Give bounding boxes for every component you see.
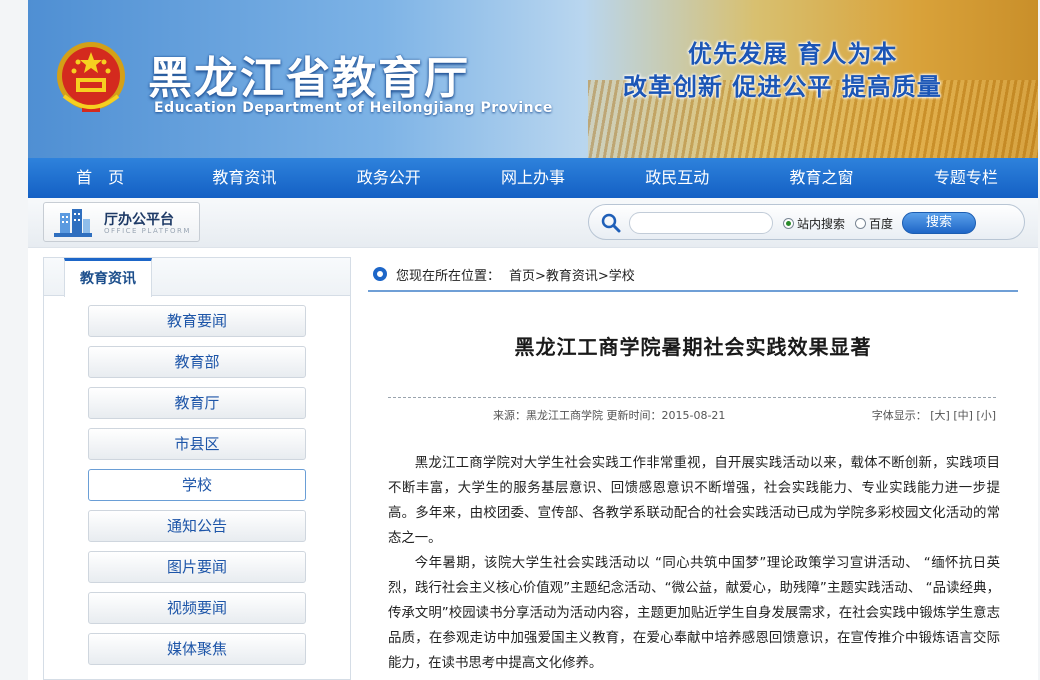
office-platform-sublabel: OFFICE PLATFORM: [104, 227, 191, 235]
location-dot-icon: [373, 267, 387, 281]
title-divider: [388, 397, 996, 398]
site-title: 黑龙江省教育厅: [148, 53, 470, 104]
radio-site-search-label: 站内搜索: [797, 217, 846, 231]
search-button[interactable]: 搜索: [902, 212, 976, 234]
main-content: 您现在所在位置： 首页>教育资讯>学校 黑龙江工商学院暑期社会实践效果显著 来源…: [368, 257, 1018, 680]
article-meta: 来源：黑龙江工商学院 更新时间：2015-08-21: [493, 409, 726, 422]
sidebar-item-video-news[interactable]: 视频要闻: [88, 592, 306, 624]
nav-item-public-interaction[interactable]: 政民互动: [605, 158, 749, 198]
article-title: 黑龙江工商学院暑期社会实践效果显著: [514, 335, 872, 359]
office-platform-button[interactable]: 厅办公平台 OFFICE PLATFORM: [43, 202, 200, 242]
nav-item-special-topics[interactable]: 专题专栏: [894, 158, 1038, 198]
nav-item-education-window[interactable]: 教育之窗: [749, 158, 893, 198]
sidebar-item-ministry[interactable]: 教育部: [88, 346, 306, 378]
radio-baidu-search[interactable]: 百度: [855, 215, 893, 232]
search-input[interactable]: [629, 212, 773, 234]
nav-item-home[interactable]: 首 页: [28, 158, 172, 198]
font-size-controls: 字体显示： [大] [中] [小]: [872, 407, 996, 423]
header-banner: 黑龙江省教育厅 Education Department of Heilongj…: [28, 0, 1038, 158]
office-platform-label: 厅办公平台: [104, 212, 174, 228]
sidebar-header: 教育资讯: [44, 258, 350, 297]
search-icon: [601, 213, 621, 233]
sidebar-item-department[interactable]: 教育厅: [88, 387, 306, 419]
sidebar: 教育资讯 教育要闻 教育部 教育厅 市县区 学校 通知公告 图片要闻 视频要闻 …: [43, 257, 351, 680]
radio-site-search-dot[interactable]: [783, 218, 794, 229]
sidebar-menu: 教育要闻 教育部 教育厅 市县区 学校 通知公告 图片要闻 视频要闻 媒体聚焦: [44, 296, 350, 665]
page: 黑龙江省教育厅 Education Department of Heilongj…: [28, 0, 1038, 680]
main-nav: 首 页 教育资讯 政务公开 网上办事 政民互动 教育之窗 专题专栏: [28, 158, 1038, 198]
nav-item-government-affairs[interactable]: 政务公开: [317, 158, 461, 198]
radio-baidu-search-label: 百度: [869, 217, 894, 231]
font-size-label: 字体显示：: [871, 409, 927, 422]
sidebar-item-media-focus[interactable]: 媒体聚焦: [88, 633, 306, 665]
search-bar: 站内搜索 百度 搜索: [588, 204, 1025, 240]
national-emblem-icon: [57, 42, 125, 112]
font-size-large-button[interactable]: [大]: [930, 409, 950, 422]
article-paragraph-2: 今年暑期，该院大学生社会实践活动以 “同心共筑中国梦”理论政策学习宣讲活动、 “…: [388, 556, 1000, 671]
radio-baidu-search-dot[interactable]: [855, 218, 866, 229]
breadcrumb: 您现在所在位置： 首页>教育资讯>学校: [368, 257, 1018, 292]
radio-site-search[interactable]: 站内搜索: [783, 215, 845, 232]
font-size-small-button[interactable]: [小]: [976, 409, 996, 422]
article-body: 黑龙江工商学院对大学生社会实践工作非常重视，自开展实践活动以来，载体不断创新，实…: [388, 451, 1000, 676]
sidebar-item-education-headlines[interactable]: 教育要闻: [88, 305, 306, 337]
nav-item-education-news[interactable]: 教育资讯: [172, 158, 316, 198]
slogan-line-2: 改革创新 促进公平 提高质量: [623, 73, 942, 101]
sidebar-item-notices[interactable]: 通知公告: [88, 510, 306, 542]
sidebar-item-schools[interactable]: 学校: [88, 469, 306, 501]
sidebar-tab-education-news[interactable]: 教育资讯: [64, 258, 152, 297]
building-icon: [54, 209, 92, 237]
article-paragraph-1: 黑龙江工商学院对大学生社会实践工作非常重视，自开展实践活动以来，载体不断创新，实…: [388, 456, 1000, 546]
breadcrumb-label: 您现在所在位置：: [396, 269, 501, 284]
sidebar-item-cities-counties[interactable]: 市县区: [88, 428, 306, 460]
nav-item-online-services[interactable]: 网上办事: [461, 158, 605, 198]
slogan-line-1: 优先发展 育人为本: [688, 40, 898, 68]
site-subtitle: Education Department of Heilongjiang Pro…: [154, 100, 553, 116]
font-size-medium-button[interactable]: [中]: [953, 409, 973, 422]
toolbar: 厅办公平台 OFFICE PLATFORM 站内搜索 百度 搜索: [28, 198, 1038, 248]
sidebar-item-photo-news[interactable]: 图片要闻: [88, 551, 306, 583]
breadcrumb-path[interactable]: 首页>教育资讯>学校: [509, 265, 635, 284]
